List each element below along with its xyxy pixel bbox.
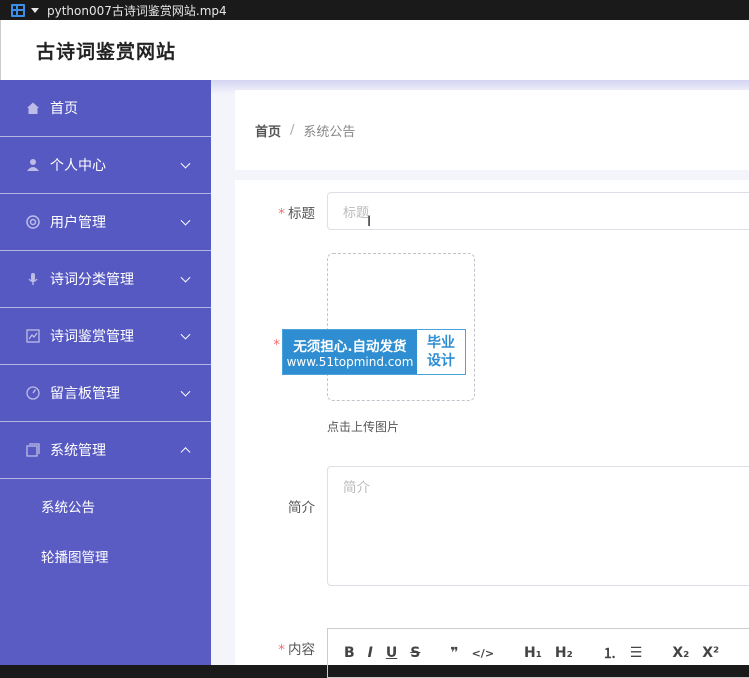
title-label: * 标题 bbox=[278, 206, 315, 222]
title-input[interactable]: 标题 bbox=[327, 192, 749, 230]
chevron-down-icon bbox=[180, 158, 191, 169]
menu-caret-icon[interactable] bbox=[31, 7, 39, 13]
superscript-button[interactable]: X² bbox=[702, 645, 719, 661]
h1-button[interactable]: H₁ bbox=[524, 645, 542, 661]
breadcrumb-separator: / bbox=[290, 122, 295, 138]
breadcrumb: 首页 / 系统公告 bbox=[235, 90, 749, 170]
dial-icon bbox=[26, 386, 40, 400]
editor-toolbar: B I U S ❞ </> H₁ H₂ ⒈ ☰ X₂ X² bbox=[327, 628, 749, 678]
window-file-name: python007古诗词鉴赏网站.mp4 bbox=[47, 3, 227, 18]
quote-button[interactable]: ❞ bbox=[450, 645, 458, 661]
underline-button[interactable]: U bbox=[386, 645, 397, 661]
summary-placeholder: 简介 bbox=[343, 480, 370, 496]
required-mark: * bbox=[278, 206, 285, 222]
microphone-icon bbox=[26, 272, 40, 286]
summary-label: 简介 bbox=[288, 500, 315, 516]
watermark-right-line2: 设计 bbox=[427, 353, 455, 369]
upload-hint: 点击上传图片 bbox=[327, 420, 400, 434]
watermark-banner: 无须担心.自动发货 www.51topmind.com 毕业 设计 bbox=[282, 329, 466, 375]
watermark-right-line1: 毕业 bbox=[427, 335, 455, 351]
strikethrough-button[interactable]: S bbox=[410, 645, 420, 661]
sidebar-item-personal-center[interactable]: 个人中心 bbox=[0, 137, 211, 194]
subscript-button[interactable]: X₂ bbox=[672, 645, 689, 661]
watermark-left: 无须担心.自动发货 www.51topmind.com bbox=[283, 330, 417, 374]
watermark-slogan: 无须担心.自动发货 bbox=[293, 339, 407, 355]
window-icon bbox=[26, 443, 40, 457]
app-icon[interactable] bbox=[11, 3, 25, 17]
sidebar-item-label: 系统管理 bbox=[50, 443, 106, 459]
watermark-right: 毕业 设计 bbox=[417, 330, 465, 374]
notice-form: * 标题 标题 I * 点击上传图片 简介 简介 * 内容 B I U S ❞ </… bbox=[235, 180, 749, 678]
sidebar-item-poem-appreciation[interactable]: 诗词鉴赏管理 bbox=[0, 308, 211, 365]
sidebar-subitem-carousel[interactable]: 轮播图管理 bbox=[0, 531, 211, 581]
sidebar-subitem-label: 轮播图管理 bbox=[41, 550, 109, 566]
image-label: * bbox=[255, 337, 283, 353]
bullet-list-button[interactable]: ☰ bbox=[630, 645, 643, 661]
site-title: 古诗词鉴赏网站 bbox=[36, 40, 177, 63]
chevron-down-icon bbox=[180, 272, 191, 283]
sidebar-item-label: 留言板管理 bbox=[50, 386, 120, 402]
users-icon bbox=[26, 215, 40, 229]
sidebar-subitem-system-notice[interactable]: 系统公告 bbox=[0, 481, 211, 531]
sidebar-item-label: 用户管理 bbox=[50, 215, 106, 231]
chevron-down-icon bbox=[180, 215, 191, 226]
summary-textarea[interactable]: 简介 bbox=[327, 466, 749, 586]
breadcrumb-home[interactable]: 首页 bbox=[255, 121, 281, 140]
title-placeholder: 标题 bbox=[343, 205, 370, 221]
watermark-url: www.51topmind.com bbox=[286, 355, 414, 369]
top-header: 古诗词鉴赏网站 bbox=[0, 20, 749, 80]
chevron-down-icon bbox=[180, 386, 191, 397]
sidebar-item-label: 首页 bbox=[50, 101, 78, 117]
text-cursor-icon: I bbox=[367, 214, 372, 230]
italic-button[interactable]: I bbox=[368, 645, 373, 661]
bold-button[interactable]: B bbox=[344, 645, 355, 661]
sidebar-item-system-management[interactable]: 系统管理 bbox=[0, 422, 211, 479]
ordered-list-button[interactable]: ⒈ bbox=[603, 643, 617, 663]
sidebar-item-label: 诗词鉴赏管理 bbox=[50, 329, 134, 345]
required-mark: * bbox=[273, 337, 280, 353]
sidebar-item-label: 个人中心 bbox=[50, 158, 106, 174]
sidebar-item-label: 诗词分类管理 bbox=[50, 272, 134, 288]
sidebar-item-user-management[interactable]: 用户管理 bbox=[0, 194, 211, 251]
user-icon bbox=[26, 158, 40, 172]
home-icon bbox=[26, 101, 40, 115]
sidebar: 首页 个人中心 用户管理 诗词分类管理 诗词鉴赏管理 留言板管理 系统管理 系统… bbox=[0, 80, 211, 665]
content-label: * 内容 bbox=[278, 642, 315, 658]
sidebar-item-poem-category[interactable]: 诗词分类管理 bbox=[0, 251, 211, 308]
h2-button[interactable]: H₂ bbox=[555, 645, 573, 661]
sidebar-item-home[interactable]: 首页 bbox=[0, 80, 211, 137]
page: 古诗词鉴赏网站 首页 个人中心 用户管理 诗词分类管理 诗词鉴赏管理 留言板管理… bbox=[0, 20, 749, 678]
chart-icon bbox=[26, 329, 40, 343]
chevron-up-icon bbox=[180, 447, 191, 458]
sidebar-item-message-board[interactable]: 留言板管理 bbox=[0, 365, 211, 422]
window-titlebar: python007古诗词鉴赏网站.mp4 bbox=[0, 0, 749, 20]
required-mark: * bbox=[278, 642, 285, 658]
code-button[interactable]: </> bbox=[472, 647, 494, 660]
chevron-down-icon bbox=[180, 329, 191, 340]
image-uploader[interactable] bbox=[327, 253, 475, 401]
breadcrumb-current: 系统公告 bbox=[303, 124, 356, 140]
sidebar-subitem-label: 系统公告 bbox=[41, 500, 95, 516]
